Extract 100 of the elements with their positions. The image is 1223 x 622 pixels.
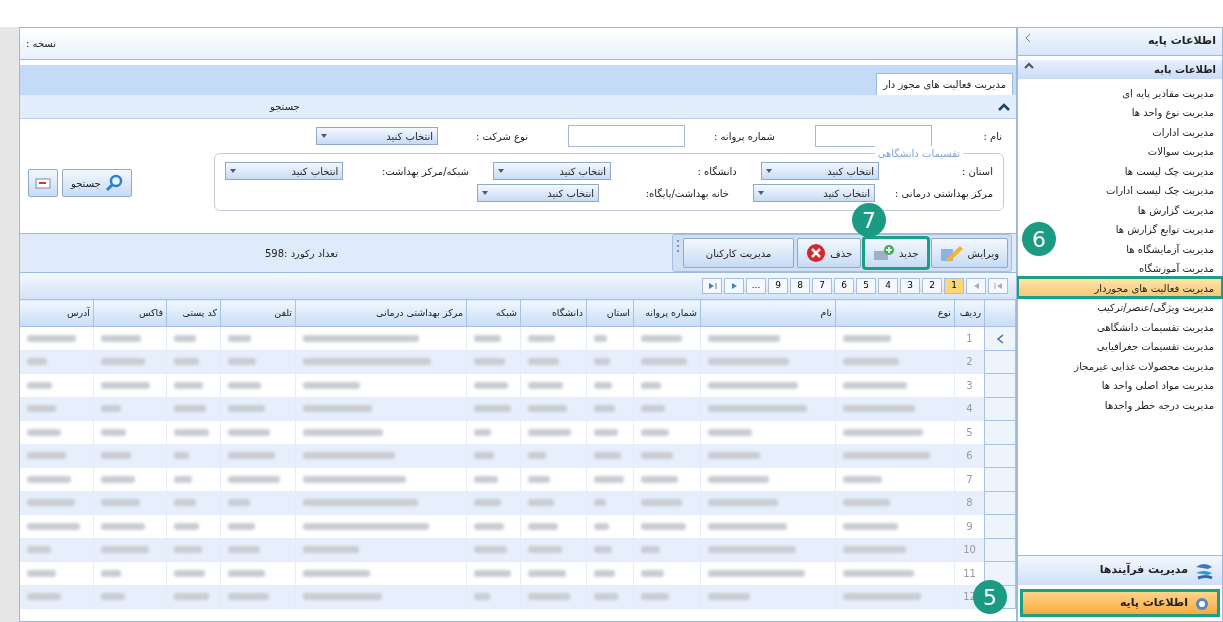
sidebar-item[interactable]: مدیریت نوع واحد ها	[1123, 102, 1222, 122]
delete-button[interactable]: حذف	[797, 238, 862, 268]
caret-icon	[230, 169, 236, 173]
blurred-text	[228, 522, 256, 530]
blurred-text	[641, 593, 669, 601]
sidebar-item[interactable]: مدیریت آزمایشگاه ها	[1118, 238, 1222, 258]
sidebar-item[interactable]: مدیریت ویژگی/عنصر/ترکیب	[1089, 297, 1222, 317]
table-cell: 7	[954, 467, 985, 491]
blurred-text	[708, 499, 779, 507]
sidebar-item[interactable]: مدیریت چک لیست ادارات	[1098, 180, 1222, 200]
sidebar-item[interactable]: مدیریت مواد اصلی واحد ها	[1093, 375, 1222, 395]
blurred-text	[641, 499, 682, 507]
blurred-text	[474, 522, 505, 530]
blurred-text	[528, 452, 546, 460]
blurred-text	[708, 475, 770, 483]
blurred-text	[228, 593, 270, 601]
blurred-text	[174, 405, 206, 413]
tab[interactable]: مدیریت فعالیت های مجوز دار	[876, 73, 1013, 95]
blurred-text	[27, 381, 52, 389]
toolbar-button[interactable]: مدیریت کارکنان	[682, 238, 795, 268]
sidebar-item[interactable]: مدیریت توابع گزارش ها	[1107, 219, 1222, 239]
blurred-text	[174, 499, 196, 507]
blurred-text	[594, 593, 618, 601]
nav-item[interactable]: اطلاعات پایه	[1022, 591, 1218, 615]
search-button[interactable]: جستجو	[62, 169, 132, 197]
blurred-text	[303, 569, 371, 577]
input-field[interactable]	[568, 125, 685, 147]
table-cell: 6	[954, 444, 985, 468]
previous-page-button[interactable]	[724, 278, 744, 294]
nav-item[interactable]: مدیریت فرآیندها	[1018, 555, 1222, 585]
blurred-text	[594, 499, 607, 507]
row-pointer-icon	[996, 333, 1004, 344]
sidebar-item[interactable]: مدیریت سوالات	[1139, 141, 1222, 161]
blurred-text	[594, 405, 616, 413]
blurred-text	[641, 381, 661, 389]
blurred-text	[174, 358, 200, 366]
export-button[interactable]	[28, 169, 58, 197]
column-header: نوع	[835, 299, 955, 327]
sidebar-item[interactable]: مدیریت آموزشگاه	[1131, 258, 1222, 278]
blurred-text	[594, 381, 613, 389]
column-header: تلفن	[220, 299, 296, 327]
blurred-text	[843, 334, 892, 342]
add-button[interactable]: جدید	[864, 238, 928, 268]
sidebar-item[interactable]: مدیریت مقادیر پایه ای	[1114, 82, 1222, 102]
blurred-text	[594, 569, 615, 577]
page-button[interactable]: ...	[746, 278, 766, 294]
blurred-text	[228, 452, 275, 460]
panel-title: اطلاعات پایه	[1147, 33, 1216, 49]
blurred-text	[101, 546, 150, 554]
page-button[interactable]: 7	[812, 278, 832, 294]
blurred-text	[528, 405, 567, 413]
blurred-text	[101, 358, 146, 366]
page-button[interactable]: 3	[900, 278, 920, 294]
sidebar-item[interactable]: مدیریت تقسیمات دانشگاهی	[1089, 316, 1222, 336]
sidebar-item[interactable]: مدیریت درجه خطر واحدها	[1096, 394, 1222, 414]
blurred-text	[474, 593, 491, 601]
blurred-text	[641, 522, 686, 530]
next-page-button[interactable]	[966, 278, 986, 294]
table-cell: 8	[954, 491, 985, 515]
sidebar-item[interactable]: مدیریت چک لیست ها	[1116, 160, 1222, 180]
blurred-text	[594, 358, 610, 366]
column-header: آدرس	[20, 299, 94, 327]
panel-title: جستجو	[270, 100, 300, 114]
page-button[interactable]: 8	[790, 278, 810, 294]
table-cell: 1	[954, 326, 985, 350]
sidebar-item[interactable]: مدیریت تقسیمات جغرافیایی	[1088, 336, 1222, 356]
blurred-text	[101, 452, 131, 460]
page-button[interactable]: 2	[922, 278, 942, 294]
page-button[interactable]: 4	[878, 278, 898, 294]
blurred-text	[174, 593, 209, 601]
blurred-text	[174, 522, 199, 530]
sidebar-item[interactable]: مدیریت محصولات غذایی غیرمجاز	[1066, 355, 1222, 375]
dropdown[interactable]: انتخاب کنید	[225, 162, 344, 180]
blurred-text	[594, 546, 612, 554]
dropdown[interactable]: انتخاب کنید	[316, 127, 438, 145]
column-header: فاکس	[93, 299, 167, 327]
blurred-text	[27, 546, 52, 554]
dropdown[interactable]: انتخاب کنید	[760, 162, 879, 180]
page-button[interactable]: 5	[856, 278, 876, 294]
blurred-text	[27, 499, 76, 507]
blurred-text	[228, 428, 271, 436]
last-page-button[interactable]	[988, 278, 1008, 294]
page-button[interactable]: 9	[768, 278, 788, 294]
dropdown[interactable]: انتخاب کنید	[753, 184, 875, 202]
edit-button[interactable]: ویرایش	[930, 238, 1008, 268]
sidebar-item[interactable]: مدیریت فعالیت های مجوردار	[1018, 277, 1222, 297]
sidebar-item[interactable]: مدیریت گزارش ها	[1129, 199, 1222, 219]
sidebar-item[interactable]: مدیریت ادارات	[1144, 121, 1222, 141]
caret-icon	[765, 169, 772, 173]
blurred-text	[303, 405, 372, 413]
dropdown[interactable]: انتخاب کنید	[477, 184, 599, 202]
first-page-button[interactable]	[702, 278, 722, 294]
page-button[interactable]: 1	[944, 278, 964, 294]
input-field[interactable]	[815, 125, 932, 147]
blurred-text	[27, 334, 76, 342]
first-page-icon	[707, 282, 717, 290]
blurred-text	[101, 475, 136, 483]
page-button[interactable]: 6	[834, 278, 854, 294]
dropdown[interactable]: انتخاب کنید	[492, 162, 612, 180]
blurred-text	[174, 546, 203, 554]
